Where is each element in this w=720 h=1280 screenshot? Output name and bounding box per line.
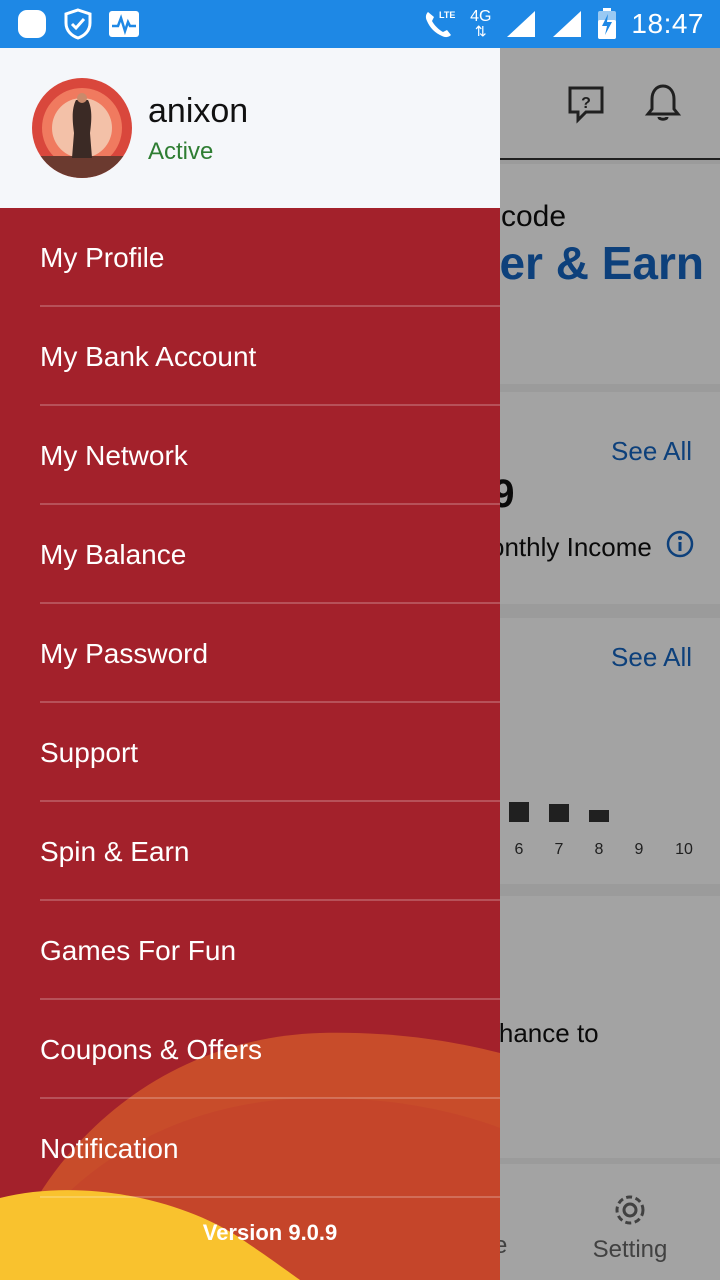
menu-item-label: Coupons & Offers xyxy=(40,1033,263,1065)
menu-item-support[interactable]: Support xyxy=(0,703,500,802)
menu-item-label: Notification xyxy=(40,1132,179,1164)
battery-charging-icon xyxy=(597,8,617,40)
activity-icon xyxy=(108,8,140,40)
navigation-drawer: anixon Active My Profile My Bank Account… xyxy=(0,48,500,1280)
menu-item-label: My Network xyxy=(40,439,188,471)
menu-item-label: My Balance xyxy=(40,538,187,570)
menu-item-coupons-offers[interactable]: Coupons & Offers xyxy=(0,1000,500,1099)
menu-item-label: My Bank Account xyxy=(40,340,257,372)
menu-item-label: Support xyxy=(40,736,139,768)
avatar[interactable] xyxy=(32,78,132,178)
menu-item-label: My Profile xyxy=(40,241,165,273)
menu-item-label: Spin & Earn xyxy=(40,835,190,867)
menu-item-my-password[interactable]: My Password xyxy=(0,604,500,703)
status-bar: LTE 4G ⇅ 18:47 xyxy=(0,0,720,48)
status-time: 18:47 xyxy=(631,8,704,39)
menu-item-label: Games For Fun xyxy=(40,934,237,966)
signal-icon xyxy=(505,8,537,40)
shield-check-icon xyxy=(62,8,94,40)
drawer-menu: My Profile My Bank Account My Network My… xyxy=(0,208,500,1198)
user-status: Active xyxy=(148,138,214,165)
app-version: Version 9.0.9 xyxy=(202,1220,338,1245)
menu-item-spin-earn[interactable]: Spin & Earn xyxy=(0,802,500,901)
menu-item-games-for-fun[interactable]: Games For Fun xyxy=(0,901,500,1000)
svg-text:LTE: LTE xyxy=(439,10,455,20)
menu-item-label: My Password xyxy=(40,637,209,669)
menu-item-notification[interactable]: Notification xyxy=(0,1099,500,1198)
menu-item-my-network[interactable]: My Network xyxy=(0,406,500,505)
network-type: 4G ⇅ xyxy=(470,8,492,39)
menu-item-my-balance[interactable]: My Balance xyxy=(0,505,500,604)
phone-lte-icon: LTE xyxy=(422,8,456,40)
menu-item-my-bank-account[interactable]: My Bank Account xyxy=(0,307,500,406)
drawer-header: anixon Active xyxy=(0,48,500,208)
menu-item-my-profile[interactable]: My Profile xyxy=(0,208,500,307)
signal-icon xyxy=(551,8,583,40)
chat-bubble-icon xyxy=(16,8,48,40)
username: anixon xyxy=(148,92,249,130)
